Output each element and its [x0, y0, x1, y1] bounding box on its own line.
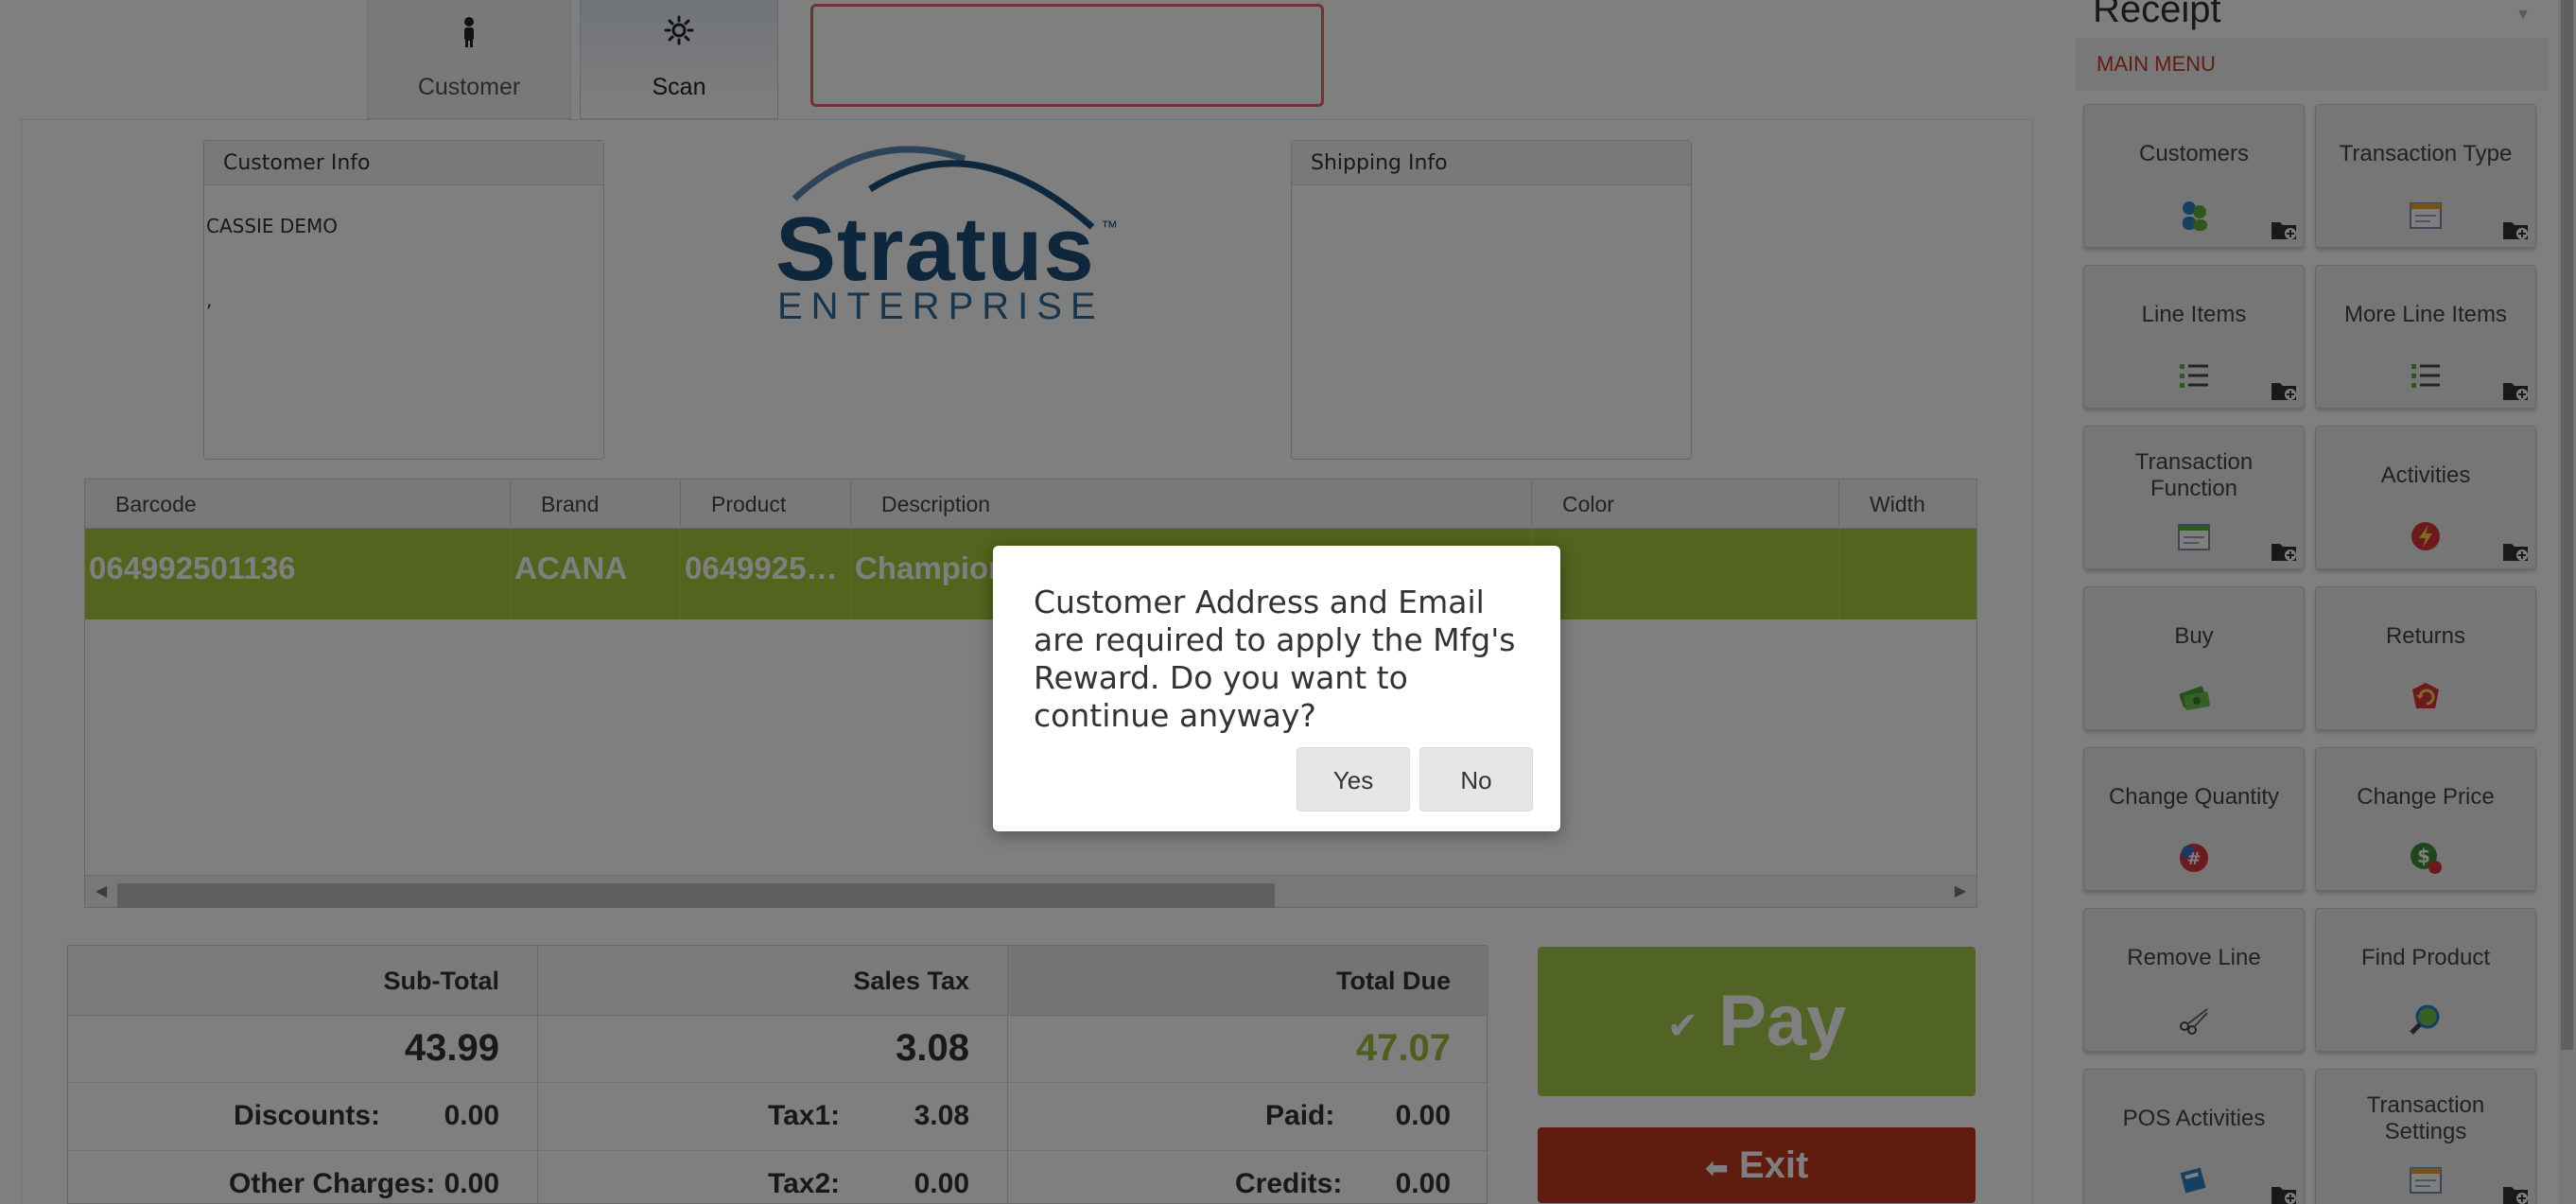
dialog-message: Customer Address and Email are required … [1034, 584, 1516, 734]
yes-button[interactable]: Yes [1297, 747, 1410, 811]
confirm-dialog: Customer Address and Email are required … [993, 546, 1560, 831]
no-button[interactable]: No [1419, 747, 1533, 811]
